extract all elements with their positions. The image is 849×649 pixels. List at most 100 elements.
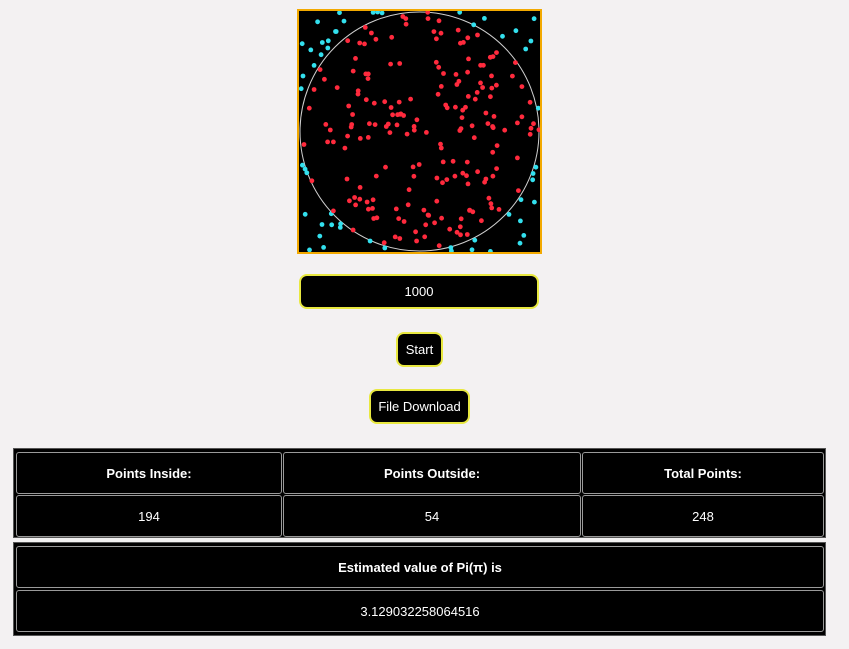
inside-point — [488, 201, 494, 207]
inside-point — [411, 127, 417, 133]
inside-point — [472, 96, 478, 102]
outside-point — [530, 177, 536, 183]
outside-point — [533, 164, 539, 170]
inside-point — [425, 11, 431, 15]
inside-point — [483, 110, 489, 116]
inside-point — [364, 199, 370, 205]
outside-point — [488, 249, 493, 252]
inside-point — [317, 67, 323, 72]
inside-point — [440, 180, 445, 186]
file-download-button[interactable]: File Download — [369, 389, 470, 424]
inside-point — [392, 234, 398, 240]
inside-point — [459, 115, 465, 120]
inside-point — [438, 145, 444, 151]
inside-point — [414, 238, 419, 244]
outside-point — [506, 212, 512, 217]
inside-point — [516, 188, 521, 194]
inside-point — [357, 196, 363, 202]
inside-point — [397, 61, 403, 66]
inside-point — [464, 173, 469, 179]
inside-point — [490, 125, 496, 131]
outside-point — [337, 11, 342, 16]
inside-point — [414, 117, 420, 123]
inside-point — [410, 164, 416, 170]
inside-point — [434, 175, 440, 181]
inside-point — [489, 85, 495, 91]
inside-point — [396, 99, 402, 105]
inside-point — [444, 177, 450, 183]
outside-point — [523, 46, 529, 52]
inside-point — [481, 62, 486, 68]
outside-point — [528, 38, 534, 44]
inside-point — [416, 162, 422, 167]
start-button[interactable]: Start — [396, 332, 443, 367]
inside-point — [510, 73, 515, 79]
inside-point — [372, 122, 378, 127]
outside-point — [308, 47, 314, 53]
points-count-input[interactable] — [299, 274, 539, 309]
inside-point — [434, 198, 440, 204]
inside-point — [424, 130, 429, 135]
inside-point — [403, 16, 409, 21]
outside-point — [517, 240, 523, 246]
inside-point — [345, 133, 350, 139]
inside-point — [363, 71, 369, 77]
outside-point — [518, 218, 523, 224]
inside-point — [363, 97, 369, 103]
inside-point — [431, 29, 437, 34]
inside-point — [322, 76, 327, 82]
inside-point — [355, 91, 361, 97]
inside-point — [367, 121, 372, 127]
outside-point — [315, 19, 320, 25]
inside-point — [306, 105, 312, 111]
inside-point — [471, 135, 477, 141]
inside-point — [436, 18, 442, 24]
inside-point — [488, 94, 493, 100]
inside-point — [357, 185, 363, 190]
outside-point — [311, 63, 317, 68]
inside-point — [490, 173, 496, 179]
inside-point — [405, 202, 411, 208]
outside-point — [319, 222, 325, 227]
inside-point — [425, 16, 431, 21]
inside-point — [491, 114, 497, 119]
inside-point — [350, 227, 356, 233]
inside-point — [369, 30, 374, 36]
inside-point — [374, 215, 380, 221]
inside-point — [474, 90, 480, 95]
inside-point — [422, 234, 428, 240]
inside-point — [433, 59, 439, 65]
inside-point — [344, 176, 350, 182]
outside-point — [302, 211, 308, 217]
inside-point — [350, 68, 356, 74]
inside-point — [353, 202, 358, 208]
inside-point — [502, 127, 508, 133]
inside-point — [357, 136, 363, 141]
inside-point — [439, 215, 444, 221]
inside-point — [396, 216, 402, 222]
outside-point — [532, 199, 537, 205]
inside-point — [365, 76, 371, 81]
inside-point — [406, 187, 412, 193]
inside-point — [345, 38, 351, 44]
inside-point — [494, 143, 500, 149]
inside-point — [519, 114, 525, 120]
inside-point — [494, 50, 499, 55]
inside-point — [527, 131, 533, 137]
outside-point — [471, 22, 477, 28]
outside-point — [299, 41, 305, 47]
inside-point — [370, 206, 375, 211]
outside-point — [521, 233, 527, 238]
inside-point — [440, 159, 446, 165]
inside-point — [438, 84, 444, 89]
inside-point — [436, 243, 442, 249]
outside-point — [299, 86, 304, 92]
inside-point — [370, 197, 376, 203]
inside-point — [515, 120, 520, 126]
outside-point — [472, 237, 478, 243]
inside-point — [331, 139, 336, 145]
inside-point — [480, 85, 485, 90]
inside-point — [457, 128, 463, 133]
inside-point — [325, 139, 330, 145]
inside-point — [478, 80, 483, 86]
